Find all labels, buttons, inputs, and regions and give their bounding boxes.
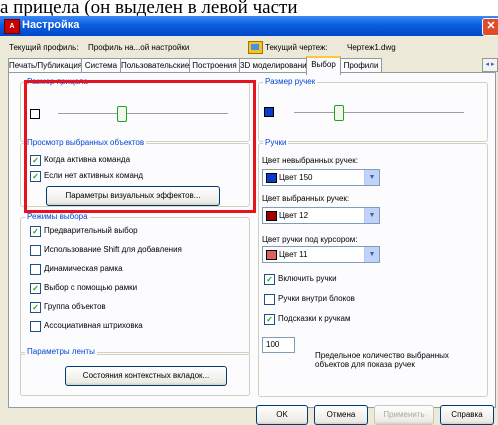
grips-group: Ручки Цвет невыбранных ручек: Цвет 150 ▼… <box>258 138 488 397</box>
label-object-grouping: Группа объектов <box>44 302 106 311</box>
help-button[interactable]: Справка <box>440 405 494 425</box>
checkbox-press-drag[interactable] <box>30 264 41 275</box>
label-unselected-grip-color: Цвет невыбранных ручек: <box>262 156 359 165</box>
hover-color-swatch <box>266 250 277 260</box>
unselected-color-swatch <box>266 173 277 183</box>
selected-color-swatch <box>266 211 277 221</box>
ribbon-options-group: Параметры ленты Состояния контекстных вк… <box>20 347 250 396</box>
label-noun-verb: Предварительный выбор <box>44 226 138 235</box>
tab-profiles[interactable]: Профили <box>340 58 382 73</box>
checkbox-object-grouping[interactable]: ✓ <box>30 302 41 313</box>
selected-grip-color-dropdown[interactable]: Цвет 12 ▼ <box>262 207 380 224</box>
hover-color-value: Цвет 11 <box>279 250 308 259</box>
unselected-color-value: Цвет 150 <box>279 173 313 182</box>
title-bar: A Настройка ✕ <box>0 16 498 36</box>
grip-size-group: Размер ручек <box>258 77 488 142</box>
unselected-grip-color-dropdown[interactable]: Цвет 150 ▼ <box>262 169 380 186</box>
label-grips-in-blocks: Ручки внутри блоков <box>278 294 355 303</box>
tab-scroll-arrows[interactable]: ◂ ▸ <box>482 58 498 72</box>
checkbox-enable-grips[interactable]: ✓ <box>264 274 275 285</box>
label-grip-object-limit: Предельное количество выбранных объектов… <box>315 351 449 369</box>
contextual-tab-states-button[interactable]: Состояния контекстных вкладок... <box>65 366 227 386</box>
chevron-down-icon: ▼ <box>364 170 379 185</box>
label-hover-grip-color: Цвет ручки под курсором: <box>262 235 358 244</box>
checkbox-grip-tips[interactable]: ✓ <box>264 314 275 325</box>
selected-color-value: Цвет 12 <box>279 211 309 220</box>
options-dialog: A Настройка ✕ Текущий профиль: Профиль н… <box>0 16 498 425</box>
ok-button[interactable]: OK <box>256 405 308 425</box>
close-button[interactable]: ✕ <box>482 18 498 36</box>
grip-size-legend: Размер ручек <box>263 77 318 86</box>
apply-button[interactable]: Применить <box>374 405 434 425</box>
grips-legend: Ручки <box>263 138 289 147</box>
label-implied-window: Выбор с помощью рамки <box>44 283 138 292</box>
highlight-frame <box>24 80 256 213</box>
tab-system[interactable]: Система <box>81 58 121 73</box>
hover-grip-color-dropdown[interactable]: Цвет 11 ▼ <box>262 246 380 263</box>
label-selected-grip-color: Цвет выбранных ручек: <box>262 194 350 203</box>
current-drawing-value: Чертеж1.dwg <box>347 43 396 52</box>
label-shift-add: Использование Shift для добавления <box>44 245 182 254</box>
current-profile-label: Текущий профиль: <box>9 43 79 52</box>
checkbox-grips-in-blocks[interactable] <box>264 294 275 305</box>
chevron-down-icon: ▼ <box>364 247 379 262</box>
autocad-app-icon: A <box>4 19 20 34</box>
checkbox-associative-hatch[interactable] <box>30 321 41 332</box>
selection-modes-group: Режимы выбора ✓ Предварительный выбор Ис… <box>20 212 250 355</box>
drawing-icon <box>248 41 263 54</box>
ribbon-options-legend: Параметры ленты <box>25 347 97 356</box>
checkbox-shift-add[interactable] <box>30 245 41 256</box>
cancel-button[interactable]: Отмена <box>314 405 368 425</box>
selection-modes-legend: Режимы выбора <box>25 212 90 221</box>
tab-user-preferences[interactable]: Пользовательские <box>120 58 190 73</box>
checkbox-implied-window[interactable]: ✓ <box>30 283 41 294</box>
grip-object-limit-input[interactable]: 100 <box>262 337 295 353</box>
label-press-drag: Динамическая рамка <box>44 264 123 273</box>
grip-slider-thumb[interactable] <box>334 105 344 121</box>
current-profile-value: Профиль на...ой настройки <box>88 43 190 52</box>
tab-drafting[interactable]: Построения <box>189 58 240 73</box>
grip-preview-icon <box>264 107 274 117</box>
grip-slider-track <box>294 112 464 114</box>
current-drawing-label: Текущий чертеж: <box>265 43 328 52</box>
label-associative-hatch: Ассоциативная штриховка <box>44 321 143 330</box>
window-title: Настройка <box>22 19 80 31</box>
tab-3d-modeling[interactable]: 3D моделирование <box>239 58 308 73</box>
tab-selection[interactable]: Выбор <box>306 56 341 75</box>
chevron-down-icon: ▼ <box>364 208 379 223</box>
checkbox-noun-verb[interactable]: ✓ <box>30 226 41 237</box>
label-grip-tips: Подсказки к ручкам <box>278 314 351 323</box>
label-enable-grips: Включить ручки <box>278 274 337 283</box>
tab-print-publish[interactable]: Печать/Публикация <box>8 58 82 73</box>
